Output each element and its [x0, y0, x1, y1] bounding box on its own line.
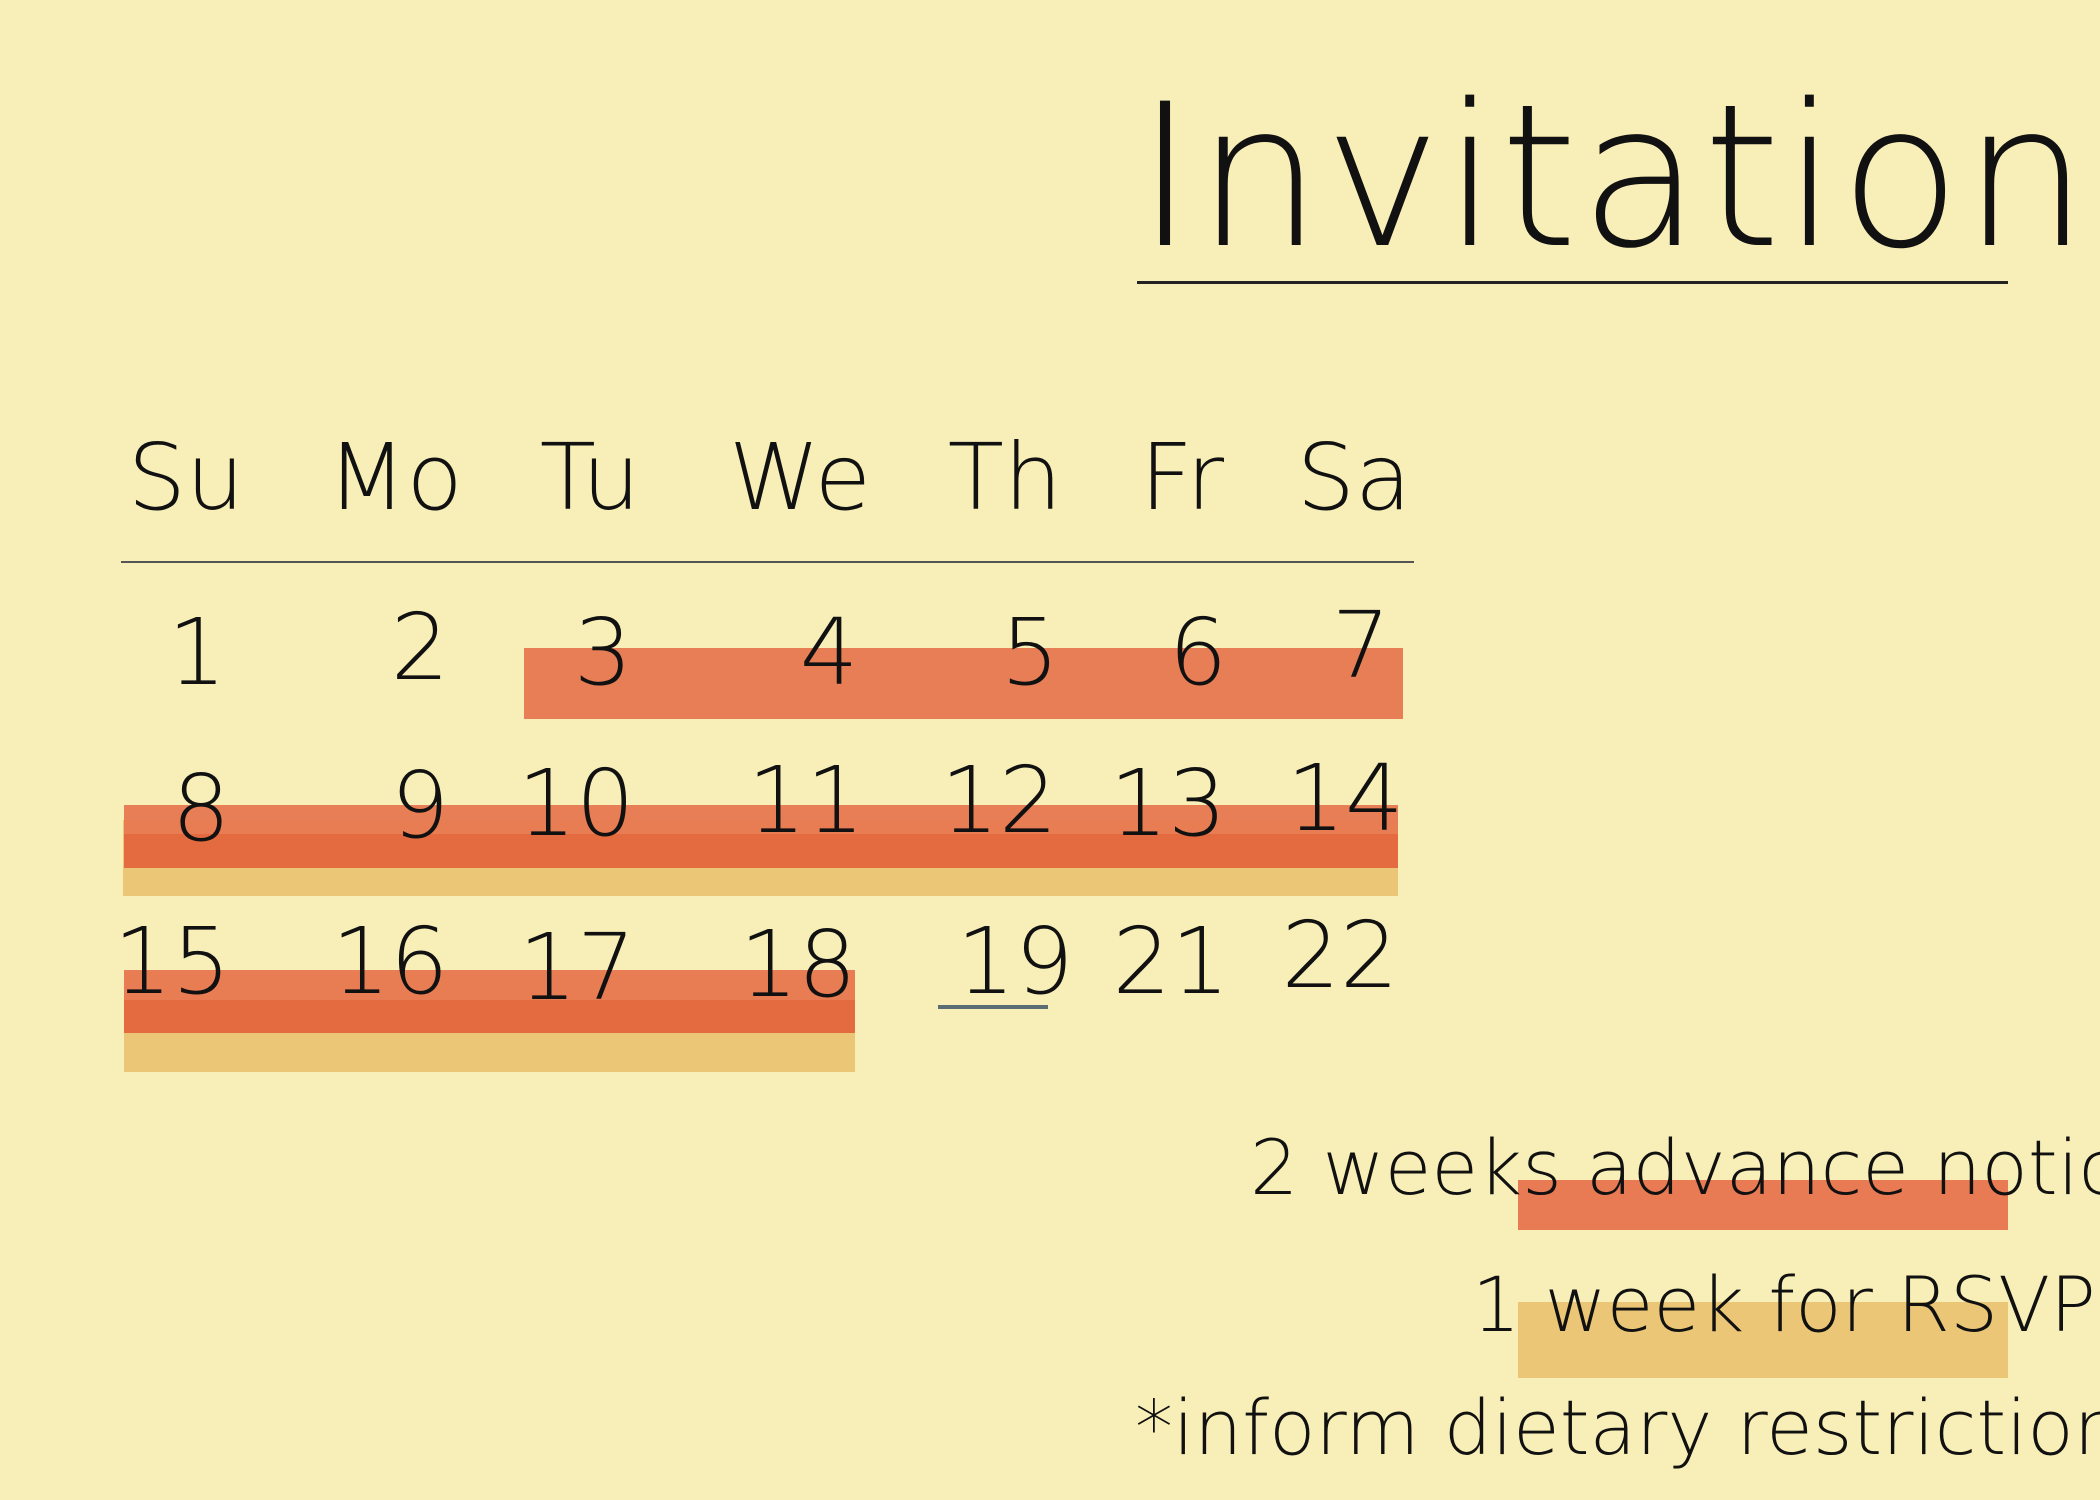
- calendar-day-4: 4: [799, 599, 859, 706]
- page-title: Invitations: [1136, 61, 2100, 292]
- calendar-day-6: 6: [1168, 599, 1228, 706]
- calendar-day-14: 14: [1286, 745, 1404, 852]
- legend-dietary-note: *inform dietary restrictions: [1135, 1383, 2100, 1472]
- weekday-fr: Fr: [1139, 424, 1225, 531]
- legend-advance-highlight: advance notice: [1585, 1123, 2100, 1212]
- calendar-day-19-underline: [938, 1005, 1048, 1009]
- title-underline: [1137, 281, 2008, 284]
- calendar-day-19: 19: [956, 908, 1074, 1015]
- calendar-day-2: 2: [390, 594, 450, 701]
- weekday-sa: Sa: [1296, 424, 1412, 531]
- legend-advance-prefix: 2 weeks: [1250, 1123, 1586, 1212]
- legend-rsvp: 1 week for RSVP: [1472, 1267, 2096, 1343]
- calendar-day-16: 16: [331, 908, 449, 1015]
- weekday-we: We: [728, 424, 872, 531]
- legend-advance-notice: 2 weeks advance notice: [1250, 1130, 2100, 1206]
- calendar-day-13: 13: [1109, 750, 1227, 857]
- calendar-day-17: 17: [518, 914, 636, 1021]
- weekday-tu: Tu: [539, 424, 641, 531]
- weekday-su: Su: [127, 424, 245, 531]
- calendar-day-7: 7: [1331, 592, 1391, 699]
- calendar-day-12: 12: [940, 747, 1058, 854]
- calendar-day-11: 11: [747, 747, 865, 854]
- calendar-day-10: 10: [517, 750, 635, 857]
- calendar-day-22: 22: [1281, 902, 1399, 1009]
- calendar-day-1: 1: [167, 599, 227, 706]
- calendar-day-21: 21: [1112, 908, 1230, 1015]
- weekday-divider: [121, 561, 1414, 563]
- calendar-day-5: 5: [1000, 599, 1060, 706]
- weekday-th: Th: [947, 424, 1063, 531]
- calendar-day-15: 15: [113, 908, 231, 1015]
- calendar-day-9: 9: [390, 752, 450, 859]
- legend-rsvp-highlight: week for RSVP: [1544, 1260, 2096, 1349]
- legend-rsvp-prefix: 1: [1472, 1260, 1545, 1349]
- calendar-day-18: 18: [739, 911, 857, 1018]
- weekday-mo: Mo: [327, 424, 463, 531]
- calendar-day-8: 8: [171, 755, 231, 862]
- calendar-day-3: 3: [573, 599, 633, 706]
